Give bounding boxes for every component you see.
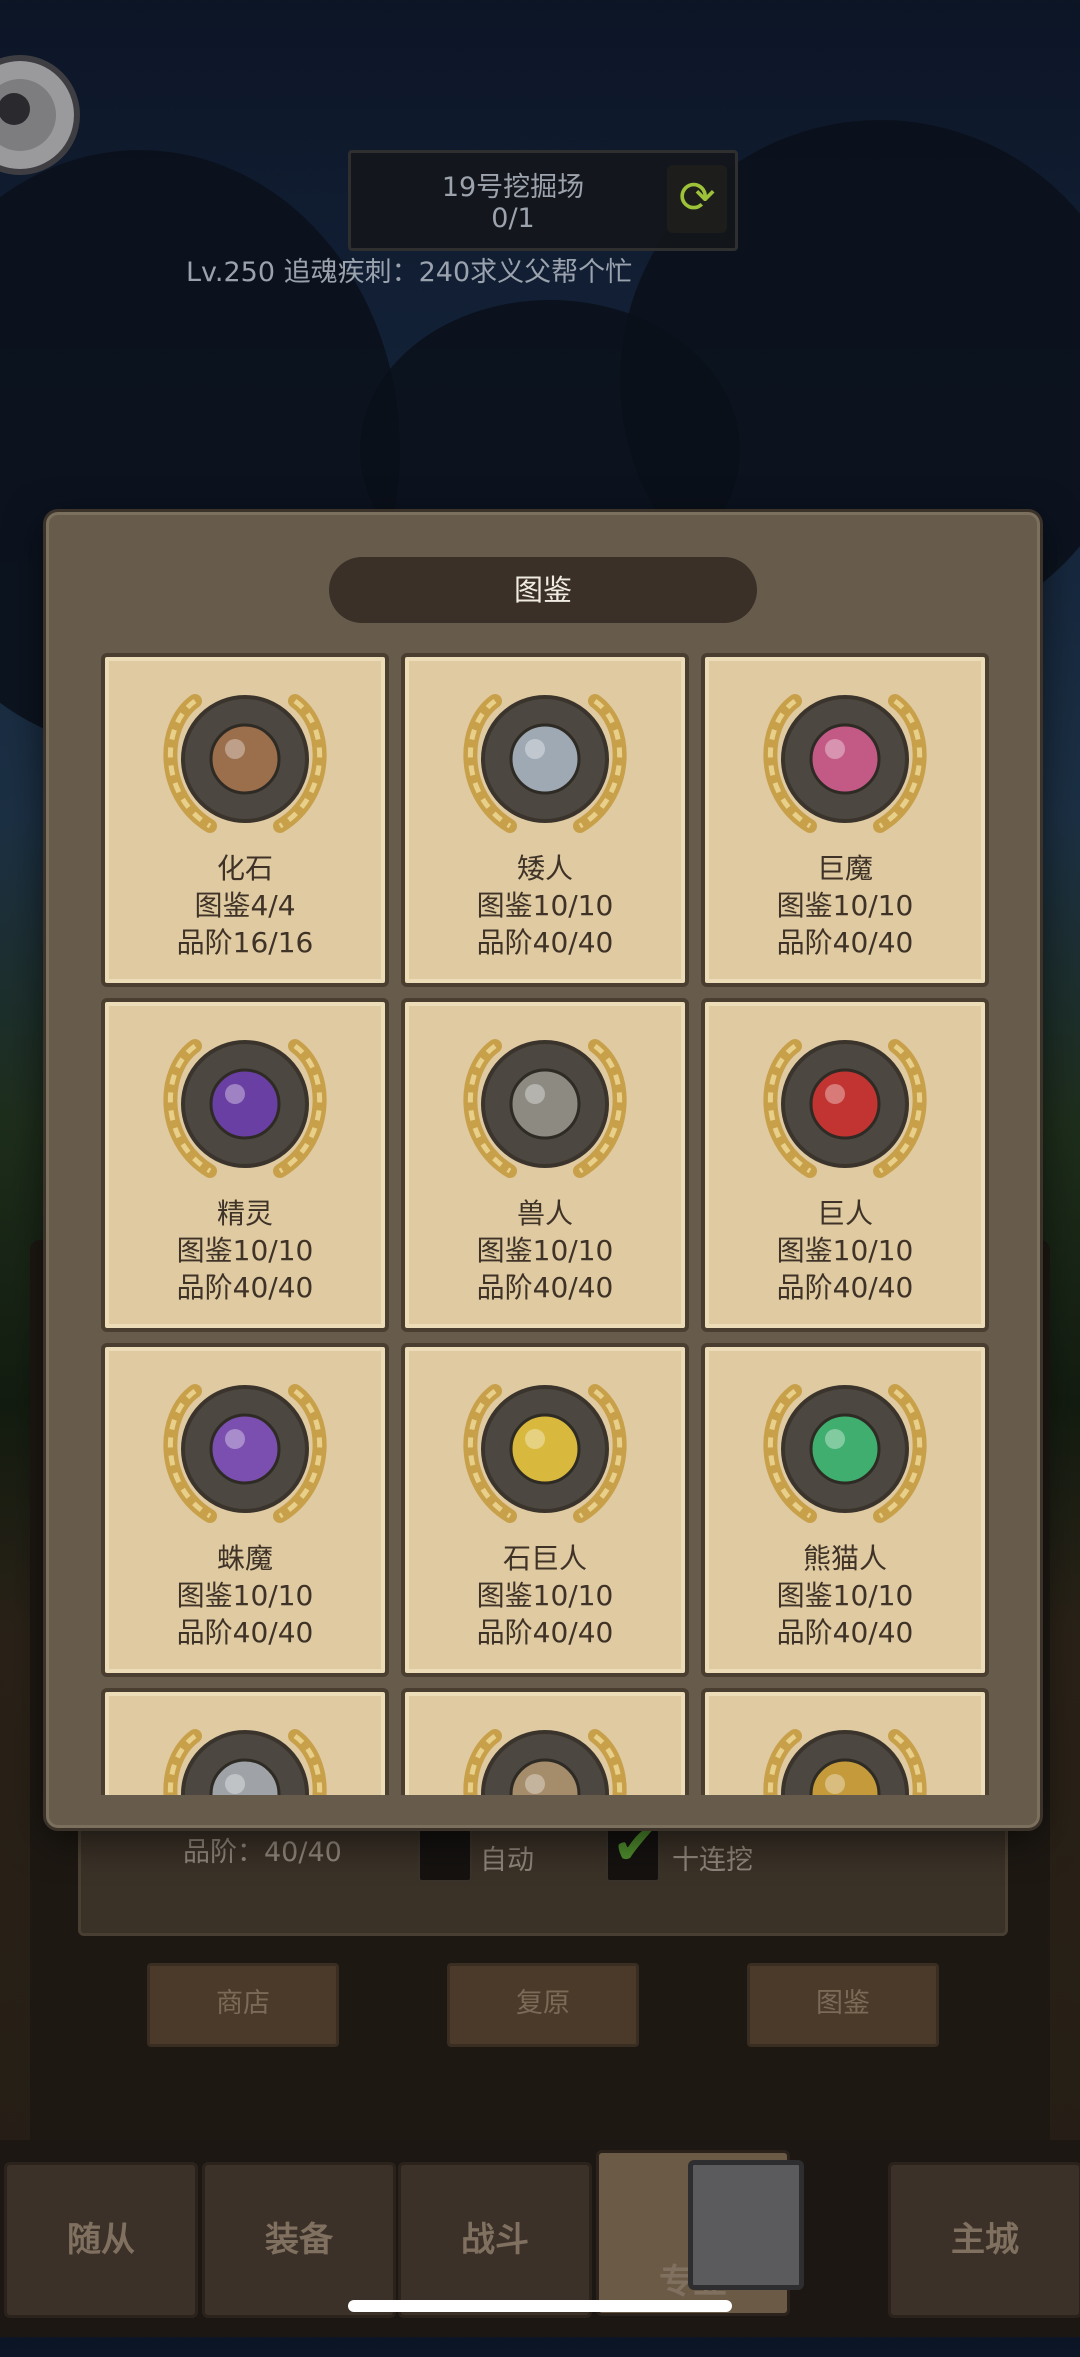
card-grade: 品阶40/40 bbox=[776, 1271, 914, 1304]
card-name: 石巨人 bbox=[502, 1542, 587, 1575]
codex-card[interactable]: 蛛魔图鉴10/10 品阶40/40 bbox=[101, 1343, 389, 1677]
card-grade: 品阶40/40 bbox=[176, 1616, 314, 1649]
nav-tab-equipment[interactable]: 装备 bbox=[202, 2162, 396, 2318]
nav-label: 随从 bbox=[67, 2220, 135, 2260]
card-collection: 图鉴10/10 bbox=[176, 1579, 314, 1612]
dig-site-name: 19号挖掘场 bbox=[441, 172, 585, 203]
modal-title: 图鉴 bbox=[329, 557, 757, 623]
underlay-grade-text: 品阶：40/40 bbox=[183, 1837, 342, 1868]
stone-giant-wings-icon bbox=[463, 1384, 627, 1523]
card-grade: 品阶40/40 bbox=[476, 926, 614, 959]
settings-gear-icon[interactable] bbox=[0, 55, 80, 175]
card-collection: 图鉴4/4 bbox=[194, 889, 296, 922]
dig-site-count: 0/1 bbox=[491, 203, 535, 234]
codex-grid[interactable]: 化石图鉴4/4 品阶16/16 矮人图鉴10/10 品阶40/40 巨魔图鉴10/10 品… bbox=[49, 653, 1037, 1795]
dig-site-panel: 19号挖掘场 0/1 ⟳ bbox=[348, 150, 738, 251]
home-indicator bbox=[348, 2300, 732, 2312]
card-grade: 品阶40/40 bbox=[776, 926, 914, 959]
codex-card[interactable] bbox=[401, 1688, 689, 1795]
codex-card[interactable] bbox=[101, 1688, 389, 1795]
card-name: 兽人 bbox=[516, 1197, 573, 1230]
card-collection: 图鉴10/10 bbox=[176, 1234, 314, 1267]
spider-demon-icon bbox=[163, 1384, 327, 1523]
refresh-icon[interactable]: ⟳ bbox=[667, 165, 727, 233]
nav-tab-battle[interactable]: 战斗 bbox=[398, 2162, 592, 2318]
partial-relic-icon bbox=[463, 1729, 627, 1795]
card-name: 矮人 bbox=[516, 852, 573, 885]
codex-card[interactable]: 熊猫人图鉴10/10 品阶40/40 bbox=[701, 1343, 989, 1677]
codex-card[interactable]: 化石图鉴4/4 品阶16/16 bbox=[101, 653, 389, 987]
card-grade: 品阶40/40 bbox=[776, 1616, 914, 1649]
codex-card[interactable]: 巨魔图鉴10/10 品阶40/40 bbox=[701, 653, 989, 987]
auto-label: 自动 bbox=[480, 1845, 534, 1876]
card-collection: 图鉴10/10 bbox=[476, 889, 614, 922]
auto-checkbox[interactable] bbox=[418, 1828, 472, 1882]
codex-card[interactable]: 精灵图鉴10/10 品阶40/40 bbox=[101, 998, 389, 1332]
card-grade: 品阶40/40 bbox=[176, 1271, 314, 1304]
card-name: 蛛魔 bbox=[216, 1542, 273, 1575]
fossil-stone-icon bbox=[163, 694, 327, 833]
nav-label: 主城 bbox=[951, 2220, 1019, 2260]
nav-label: 战斗 bbox=[461, 2220, 529, 2260]
chat-marquee: Lv.250 追魂疾刺：240求义父帮个忙 bbox=[186, 257, 633, 288]
panda-jade-icon bbox=[763, 1384, 927, 1523]
restore-button[interactable]: 复原 bbox=[447, 1963, 639, 2047]
card-collection: 图鉴10/10 bbox=[776, 1579, 914, 1612]
card-collection: 图鉴10/10 bbox=[776, 1234, 914, 1267]
codex-card[interactable]: 兽人图鉴10/10 品阶40/40 bbox=[401, 998, 689, 1332]
orc-shield-icon bbox=[463, 1039, 627, 1178]
codex-card[interactable]: 巨人图鉴10/10 品阶40/40 bbox=[701, 998, 989, 1332]
profession-book-icon bbox=[688, 2160, 804, 2290]
card-collection: 图鉴10/10 bbox=[476, 1579, 614, 1612]
giant-bag-icon bbox=[763, 1039, 927, 1178]
nav-tab-main-city[interactable]: 主城 bbox=[888, 2162, 1080, 2318]
card-grade: 品阶40/40 bbox=[476, 1271, 614, 1304]
ten-dig-label: 十连挖 bbox=[672, 1845, 753, 1876]
codex-button[interactable]: 图鉴 bbox=[747, 1963, 939, 2047]
card-name: 化石 bbox=[216, 852, 273, 885]
dwarf-hammer-icon bbox=[463, 694, 627, 833]
ten-dig-checkbox[interactable]: ✔ bbox=[606, 1818, 660, 1882]
card-name: 熊猫人 bbox=[802, 1542, 887, 1575]
partial-sun-icon bbox=[763, 1729, 927, 1795]
card-grade: 品阶40/40 bbox=[476, 1616, 614, 1649]
shop-button[interactable]: 商店 bbox=[147, 1963, 339, 2047]
troll-crystal-icon bbox=[763, 694, 927, 833]
nav-tab-followers[interactable]: 随从 bbox=[4, 2162, 198, 2318]
card-collection: 图鉴10/10 bbox=[776, 889, 914, 922]
card-name: 巨魔 bbox=[816, 852, 873, 885]
card-name: 精灵 bbox=[216, 1197, 273, 1230]
nav-label: 装备 bbox=[265, 2220, 333, 2260]
codex-card[interactable]: 矮人图鉴10/10 品阶40/40 bbox=[401, 653, 689, 987]
codex-modal: 图鉴 化石 图鉴4/4 品阶16/16 矮人 图鉴10/10 品阶40/40 巨魔 图鉴10/… bbox=[46, 512, 1040, 1828]
card-collection: 图鉴10/10 bbox=[476, 1234, 614, 1267]
elf-shuriken-icon bbox=[163, 1039, 327, 1178]
codex-card[interactable]: 石巨人图鉴10/10 品阶40/40 bbox=[401, 1343, 689, 1677]
partial-relic-icon bbox=[163, 1729, 327, 1795]
card-name: 巨人 bbox=[816, 1197, 873, 1230]
card-grade: 品阶16/16 bbox=[176, 926, 314, 959]
codex-card[interactable] bbox=[701, 1688, 989, 1795]
